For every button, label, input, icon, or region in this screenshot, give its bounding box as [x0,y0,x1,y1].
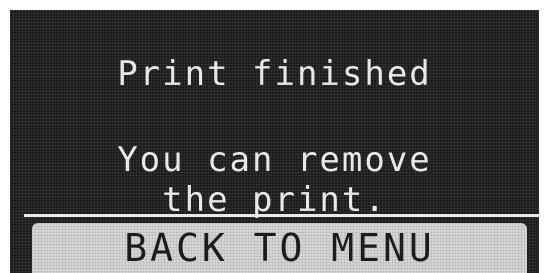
printer-lcd-screen: Print finished You can remove the print.… [10,10,539,273]
back-to-menu-button[interactable]: BACK TO MENU [32,223,527,273]
status-title: Print finished [117,54,432,94]
divider-line [24,214,539,217]
back-to-menu-label: BACK TO MENU [124,226,435,270]
status-message-line-1: You can remove [117,140,432,180]
